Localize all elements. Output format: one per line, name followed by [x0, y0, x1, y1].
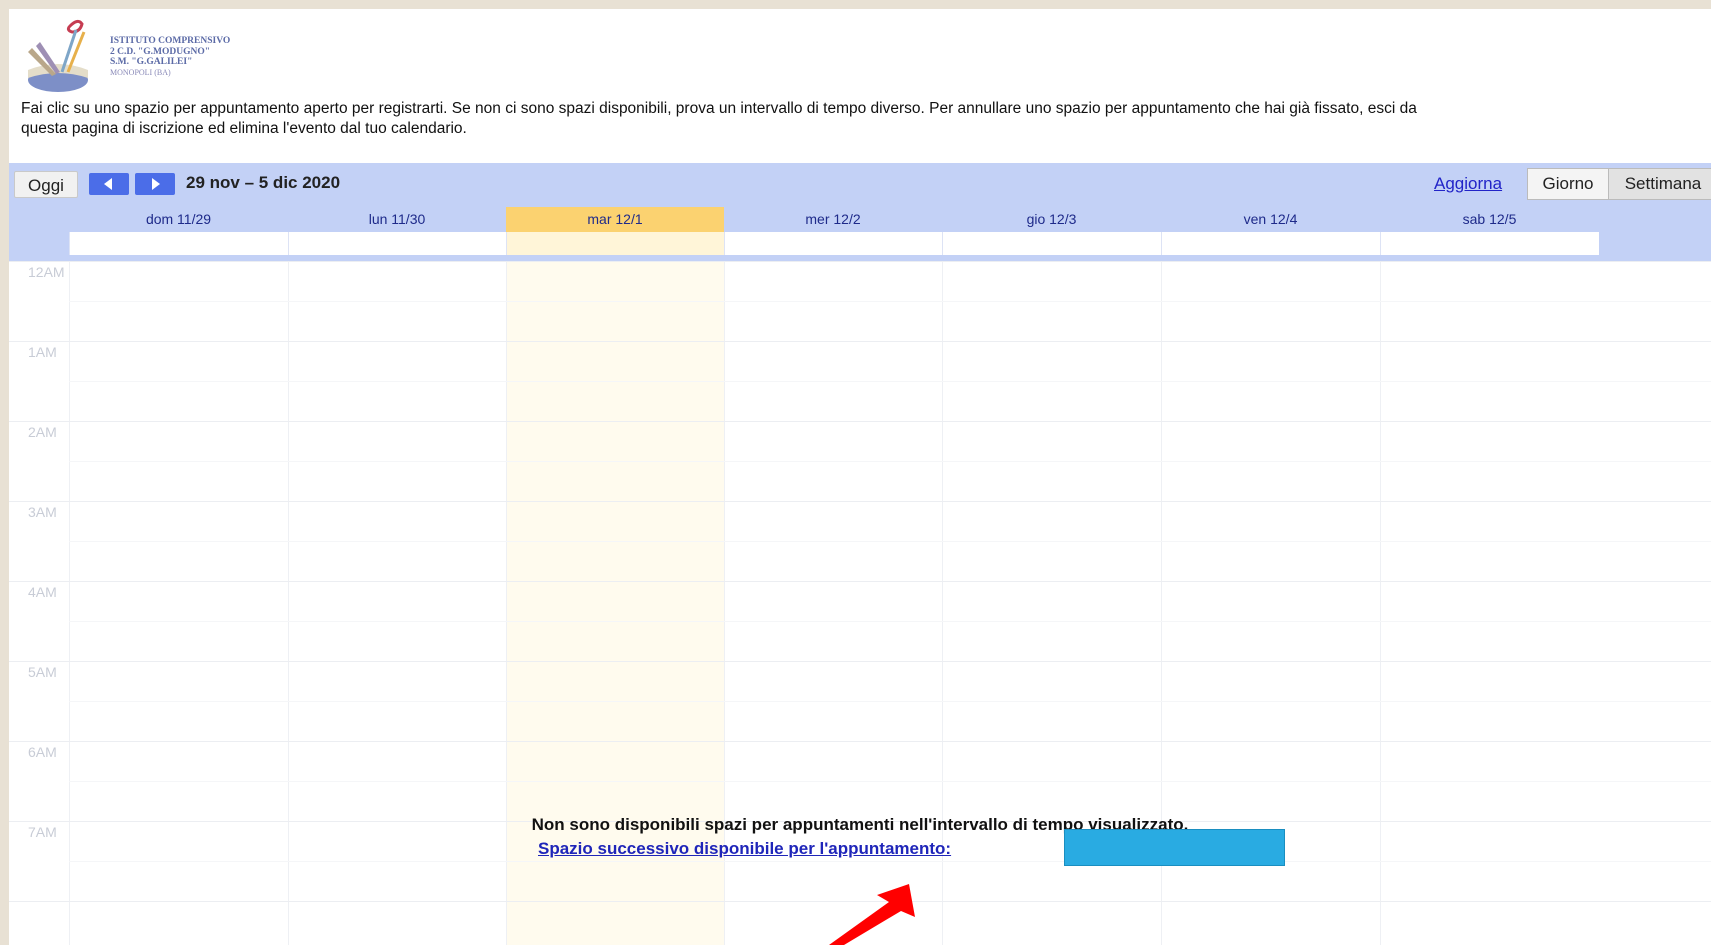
- half-hour-line: [69, 621, 1711, 622]
- half-hour-line: [69, 461, 1711, 462]
- hour-line: [9, 261, 1711, 262]
- day-header-label: mar 12/1: [587, 211, 643, 227]
- all-day-cell[interactable]: [69, 232, 288, 255]
- today-button[interactable]: Oggi: [14, 171, 78, 198]
- day-header-sat: sab 12/5: [1380, 207, 1599, 255]
- next-week-button[interactable]: [135, 173, 175, 195]
- day-header-label: ven 12/4: [1243, 211, 1298, 227]
- half-hour-line: [69, 381, 1711, 382]
- redacted-slot-date[interactable]: [1064, 829, 1285, 866]
- day-header-mon: lun 11/30: [288, 207, 506, 255]
- all-day-cell[interactable]: [724, 232, 942, 255]
- logo-line-3: S.M. "G.GALILEI": [110, 57, 193, 67]
- day-column[interactable]: [1380, 261, 1600, 945]
- hour-line: [9, 341, 1711, 342]
- previous-week-button[interactable]: [89, 173, 129, 195]
- day-header-label: mer 12/2: [805, 211, 861, 227]
- view-day-button[interactable]: Giorno: [1527, 168, 1609, 200]
- day-header-label: lun 11/30: [368, 211, 426, 227]
- hour-line: [9, 421, 1711, 422]
- logo-emblem-icon: [28, 19, 88, 92]
- hour-label: 3AM: [28, 504, 57, 520]
- all-day-cell[interactable]: [288, 232, 506, 255]
- instructions-text: Fai clic su uno spazio per appuntamento …: [21, 99, 1711, 139]
- day-header-label: gio 12/3: [1026, 211, 1077, 227]
- hour-label: 4AM: [28, 584, 57, 600]
- hour-label: 1AM: [28, 344, 57, 360]
- half-hour-line: [69, 701, 1711, 702]
- view-week-button[interactable]: Settimana: [1608, 168, 1711, 200]
- next-available-slot-link[interactable]: Spazio successivo disponibile per l'appu…: [538, 839, 951, 859]
- booking-page: ISTITUTO COMPRENSIVO 2 C.D. "G.MODUGNO" …: [9, 9, 1711, 945]
- logo-line-2: 2 C.D. "G.MODUGNO": [110, 46, 211, 57]
- hour-line: [9, 661, 1711, 662]
- day-header-thu: gio 12/3: [942, 207, 1161, 255]
- chevron-right-icon: [152, 178, 160, 190]
- hour-line: [9, 581, 1711, 582]
- all-day-cell[interactable]: [1380, 232, 1599, 255]
- logo-line-4: MONOPOLI (BA): [110, 67, 171, 77]
- hour-line: [9, 501, 1711, 502]
- day-header-sun: dom 11/29: [69, 207, 288, 255]
- date-range-label: 29 nov – 5 dic 2020: [186, 173, 341, 192]
- hour-line: [9, 741, 1711, 742]
- day-header-label: sab 12/5: [1462, 211, 1517, 227]
- instructions-line-2: questa pagina di iscrizione ed elimina l…: [21, 120, 467, 137]
- hour-label: 2AM: [28, 424, 57, 440]
- logo-line-1: ISTITUTO COMPRENSIVO: [110, 36, 231, 46]
- hour-label: 5AM: [28, 664, 57, 680]
- all-day-cell[interactable]: [506, 232, 724, 255]
- school-name: ISTITUTO COMPRENSIVO 2 C.D. "G.MODUGNO" …: [110, 36, 230, 78]
- day-column[interactable]: [69, 261, 289, 945]
- school-logo: ISTITUTO COMPRENSIVO 2 C.D. "G.MODUGNO" …: [22, 18, 242, 98]
- chevron-left-icon: [104, 178, 112, 190]
- day-column[interactable]: [288, 261, 507, 945]
- day-header-wed: mer 12/2: [724, 207, 942, 255]
- day-header-label: dom 11/29: [145, 211, 212, 227]
- instructions-line-1: Fai clic su uno spazio per appuntamento …: [21, 100, 1417, 117]
- half-hour-line: [69, 861, 1711, 862]
- half-hour-line: [69, 301, 1711, 302]
- all-day-cell[interactable]: [1161, 232, 1380, 255]
- all-day-cell[interactable]: [942, 232, 1161, 255]
- hour-label: 12AM: [28, 264, 65, 280]
- no-slots-message: Non sono disponibili spazi per appuntame…: [531, 815, 1189, 834]
- hour-label: 6AM: [28, 744, 57, 760]
- day-header-fri: ven 12/4: [1161, 207, 1380, 255]
- refresh-link[interactable]: Aggiorna: [1434, 174, 1502, 194]
- half-hour-line: [69, 781, 1711, 782]
- day-header-tue-today: mar 12/1: [506, 207, 724, 255]
- half-hour-line: [69, 541, 1711, 542]
- red-arrow-annotation-icon: [829, 884, 915, 945]
